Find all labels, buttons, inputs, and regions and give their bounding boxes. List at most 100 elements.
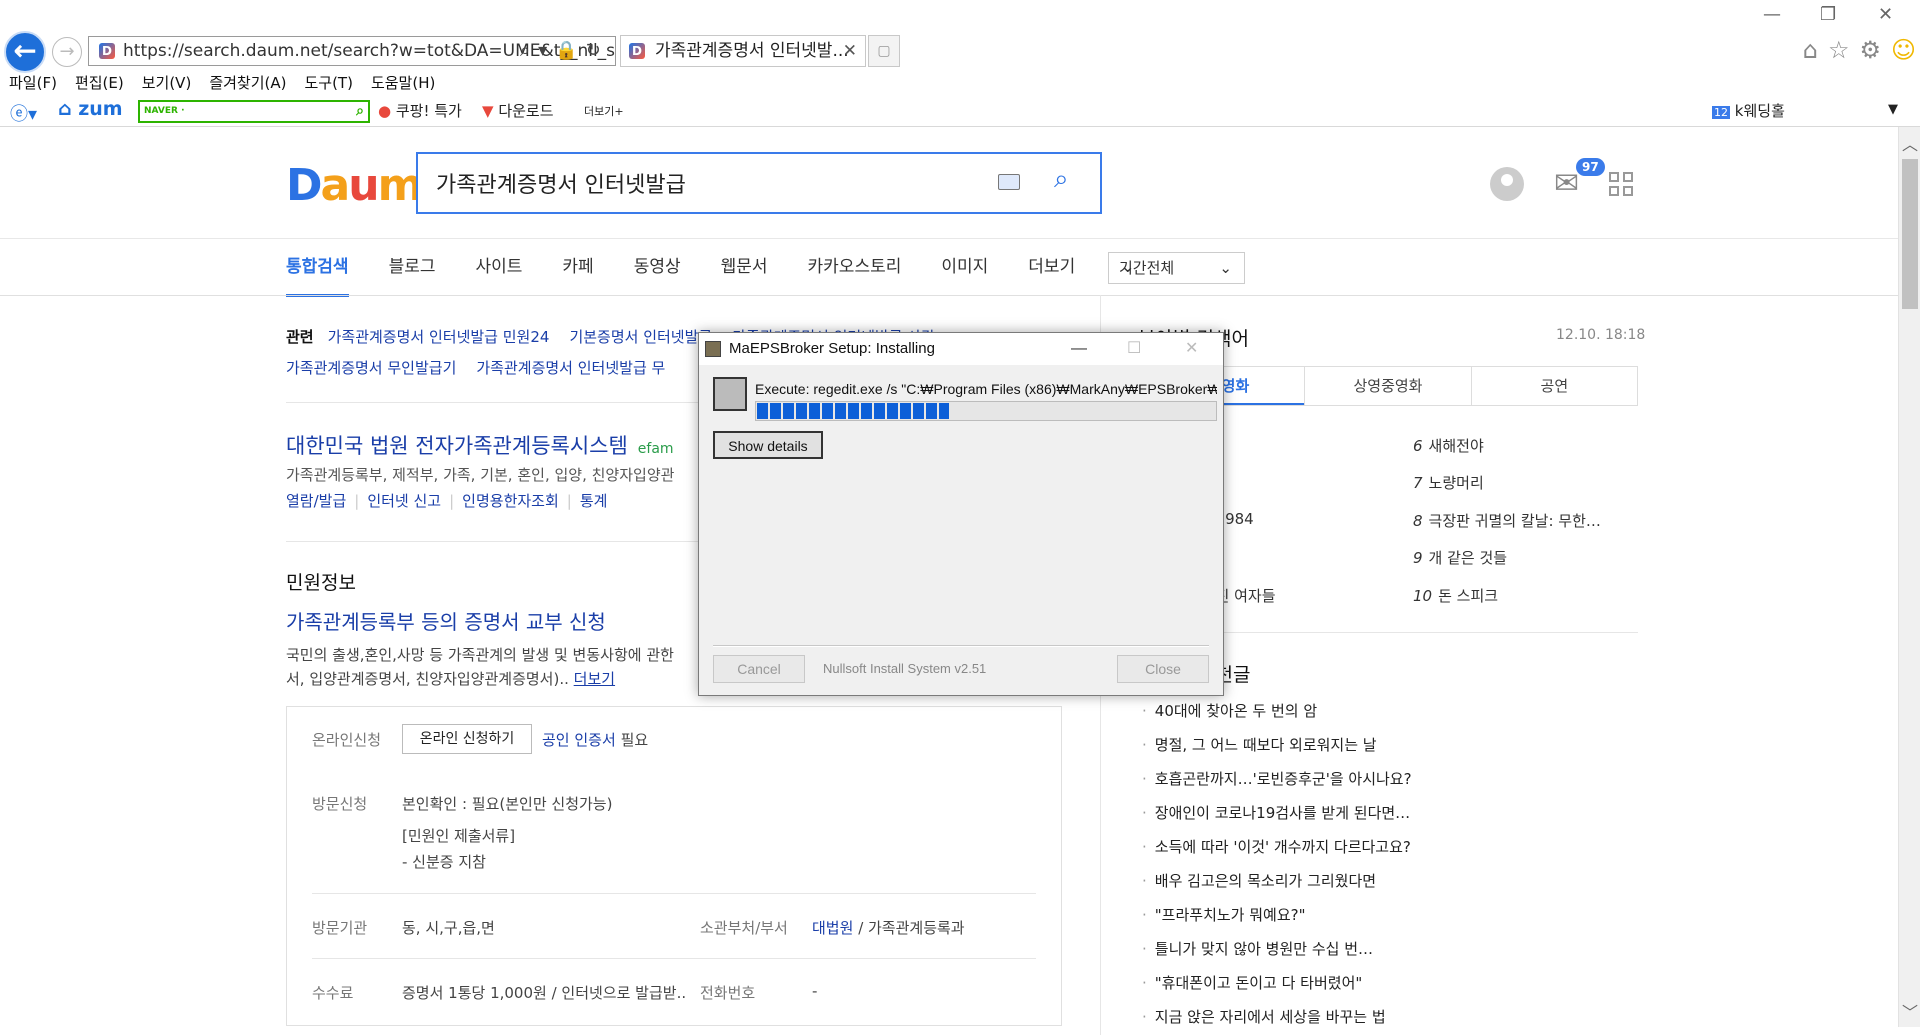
back-button[interactable]: ← bbox=[4, 31, 46, 73]
fav-download[interactable]: ▼ 다운로드 bbox=[482, 100, 554, 121]
forward-button[interactable]: → bbox=[52, 37, 82, 67]
dialog-titlebar[interactable]: MaEPSBroker Setup: Installing — ☐ ✕ bbox=[699, 333, 1223, 365]
rank-text: 노량머리 bbox=[1428, 474, 1484, 492]
favorites-star-icon[interactable]: ☆ bbox=[1828, 36, 1850, 64]
related-link[interactable]: 기본증명서 인터넷발급 bbox=[569, 328, 712, 346]
rank-item[interactable]: 8 극장판 귀멸의 칼날: 무한… bbox=[1413, 510, 1601, 531]
fav-coupang[interactable]: ● 쿠팡! 특가 bbox=[378, 100, 462, 121]
ie-logo-icon[interactable]: ⓔ▾ bbox=[10, 100, 37, 126]
rank-text: 진 여자들 bbox=[1215, 587, 1276, 605]
search-input[interactable] bbox=[436, 166, 996, 200]
menu-file[interactable]: 파일(F) bbox=[0, 70, 66, 94]
period-select[interactable]: 기간전체 ⌄ bbox=[1108, 252, 1245, 284]
naver-search-box[interactable]: NAVER · ⌕ bbox=[138, 100, 370, 123]
minimize-icon[interactable]: — bbox=[1071, 333, 1087, 365]
ranking-tab[interactable]: 상영중영화 bbox=[1304, 367, 1470, 405]
tab-cafe[interactable]: 카페 bbox=[562, 252, 593, 297]
close-tab-icon[interactable]: ✕ bbox=[843, 36, 857, 66]
vertical-scrollbar[interactable]: ︿ ﹀ bbox=[1898, 127, 1920, 1027]
fav-kwedding[interactable]: 12 k웨딩홀 bbox=[1712, 100, 1785, 121]
refresh-icon[interactable]: ↻ bbox=[586, 36, 601, 66]
cert-info: 공인 인증서 필요 bbox=[542, 729, 648, 750]
keyboard-icon[interactable] bbox=[998, 174, 1020, 190]
divider bbox=[312, 958, 1036, 959]
cert-need: 필요 bbox=[620, 731, 649, 749]
menu-view[interactable]: 보기(V) bbox=[133, 70, 201, 94]
tab-site[interactable]: 사이트 bbox=[475, 252, 522, 297]
rank-item[interactable]: 9 개 같은 것들 bbox=[1413, 547, 1507, 568]
apps-grid-icon[interactable] bbox=[1609, 171, 1634, 196]
online-label: 온라인신청 bbox=[312, 731, 382, 749]
related-link[interactable]: 가족관계증명서 인터넷발급 무 bbox=[476, 359, 665, 377]
recommend-item[interactable]: 장애인이 코로나19검사를 받게 된다면… bbox=[1142, 802, 1410, 823]
close-window-icon[interactable]: ✕ bbox=[1878, 4, 1893, 25]
chevron-down-icon[interactable]: ▼ bbox=[1888, 102, 1898, 117]
daum-logo[interactable]: Daum bbox=[286, 160, 423, 211]
search-tabs: 통합검색 블로그 사이트 카페 동영상 웹문서 카카오스토리 이미지 더보기 ⌄ bbox=[286, 252, 1215, 297]
recommend-item[interactable]: "프라푸치노가 뭐예요?" bbox=[1142, 904, 1306, 925]
tab-image[interactable]: 이미지 bbox=[941, 252, 988, 297]
rank-number: 8 bbox=[1413, 512, 1423, 530]
recommend-item[interactable]: 배우 김고은의 목소리가 그리웠다면 bbox=[1142, 870, 1376, 891]
recommend-item[interactable]: 명절, 그 어느 때보다 외로워지는 날 bbox=[1142, 734, 1377, 755]
scroll-down-icon[interactable]: ﹀ bbox=[1899, 999, 1920, 1023]
restore-icon[interactable]: ❐ bbox=[1820, 4, 1836, 25]
rank-item[interactable]: 10 돈 스피크 bbox=[1413, 585, 1498, 606]
more-link[interactable]: 더보기 bbox=[574, 670, 615, 688]
result-link[interactable]: 인터넷 신고 bbox=[367, 492, 441, 510]
zum-home[interactable]: ⌂ zum bbox=[58, 98, 123, 120]
home-icon[interactable]: ⌂ bbox=[1803, 36, 1818, 64]
show-details-button[interactable]: Show details bbox=[713, 431, 823, 459]
result-link[interactable]: 통계 bbox=[580, 492, 608, 510]
menu-tools[interactable]: 도구(T) bbox=[295, 70, 361, 94]
civil-title[interactable]: 가족관계등록부 등의 증명서 교부 신청 bbox=[286, 606, 606, 635]
dept-link[interactable]: 대법원 bbox=[812, 919, 853, 937]
new-tab-button[interactable]: ▢ bbox=[868, 35, 900, 67]
related-link[interactable]: 가족관계증명서 무인발급기 bbox=[286, 359, 456, 377]
lock-icon[interactable]: 🔒 bbox=[555, 36, 577, 66]
tab-blog[interactable]: 블로그 bbox=[389, 252, 436, 297]
rank-text: 극장판 귀멸의 칼날: 무한… bbox=[1428, 512, 1601, 530]
search-icon[interactable]: ⌕ bbox=[1054, 164, 1069, 195]
result-link[interactable]: 열람/발급 bbox=[286, 492, 346, 510]
search-icon[interactable]: ⌕ bbox=[520, 36, 530, 66]
result-title[interactable]: 대한민국 법원 전자가족관계등록시스템 efam bbox=[286, 430, 674, 460]
result-link[interactable]: 인명용한자조회 bbox=[462, 492, 559, 510]
close-button: Close bbox=[1117, 655, 1209, 683]
avatar[interactable] bbox=[1490, 166, 1524, 201]
minimize-icon[interactable]: — bbox=[1763, 4, 1781, 25]
recommend-item[interactable]: 지금 앉은 자리에서 세상을 바꾸는 법 bbox=[1142, 1006, 1386, 1027]
dropdown-icon[interactable]: ▾ bbox=[538, 36, 547, 66]
fee-label: 수수료 bbox=[312, 984, 354, 1002]
settings-gear-icon[interactable]: ⚙ bbox=[1859, 36, 1881, 64]
mail-icon[interactable]: ✉ 97 bbox=[1554, 158, 1605, 201]
ranking-tab[interactable]: 공연 bbox=[1470, 367, 1637, 405]
fav-more[interactable]: 더보기+ bbox=[584, 103, 624, 119]
search-icon[interactable]: ⌕ bbox=[356, 102, 364, 121]
rank-item[interactable]: 7 노량머리 bbox=[1413, 472, 1484, 493]
tab-integrated[interactable]: 통합검색 bbox=[286, 252, 349, 297]
scroll-up-icon[interactable]: ︿ bbox=[1899, 131, 1920, 155]
menu-favorites[interactable]: 즐겨찾기(A) bbox=[200, 70, 295, 94]
smiley-feedback-icon[interactable]: ☺ bbox=[1891, 36, 1916, 64]
scroll-thumb[interactable] bbox=[1902, 159, 1918, 309]
tab-web[interactable]: 웹문서 bbox=[721, 252, 768, 297]
related-link[interactable]: 가족관계증명서 인터넷발급 민원24 bbox=[328, 328, 550, 346]
civil-desc-line: 국민의 출생,혼인,사망 등 가족관계의 발생 및 변동사항에 관한 bbox=[286, 646, 674, 664]
recommend-item[interactable]: 틀니가 맞지 않아 병원만 수십 번… bbox=[1142, 938, 1373, 959]
recommend-item[interactable]: "휴대폰이고 돈이고 다 타버렸어" bbox=[1142, 972, 1363, 993]
recommend-item[interactable]: 40대에 찾아온 두 번의 암 bbox=[1142, 700, 1317, 721]
divider bbox=[0, 238, 1898, 239]
tab-kakaostory[interactable]: 카카오스토리 bbox=[808, 252, 902, 297]
cert-link[interactable]: 공인 인증서 bbox=[542, 731, 616, 749]
tab-daum-search[interactable]: D 가족관계증명서 인터넷발... ✕ bbox=[620, 35, 866, 67]
recommend-item[interactable]: 호흡곤란까지…'로빈증후군'을 아시나요? bbox=[1142, 768, 1412, 789]
rank-item[interactable]: 6 새해전야 bbox=[1413, 435, 1484, 456]
recommend-item[interactable]: 소득에 따라 '이것' 개수까지 다르다고요? bbox=[1142, 836, 1411, 857]
tab-video[interactable]: 동영상 bbox=[634, 252, 681, 297]
menu-help[interactable]: 도움말(H) bbox=[362, 70, 444, 94]
menu-edit[interactable]: 편집(E) bbox=[66, 70, 133, 94]
fav-coupang-label: 쿠팡! 특가 bbox=[395, 102, 462, 120]
online-apply-button[interactable]: 온라인 신청하기 bbox=[402, 724, 532, 754]
fav-number-badge: 12 bbox=[1712, 106, 1730, 119]
